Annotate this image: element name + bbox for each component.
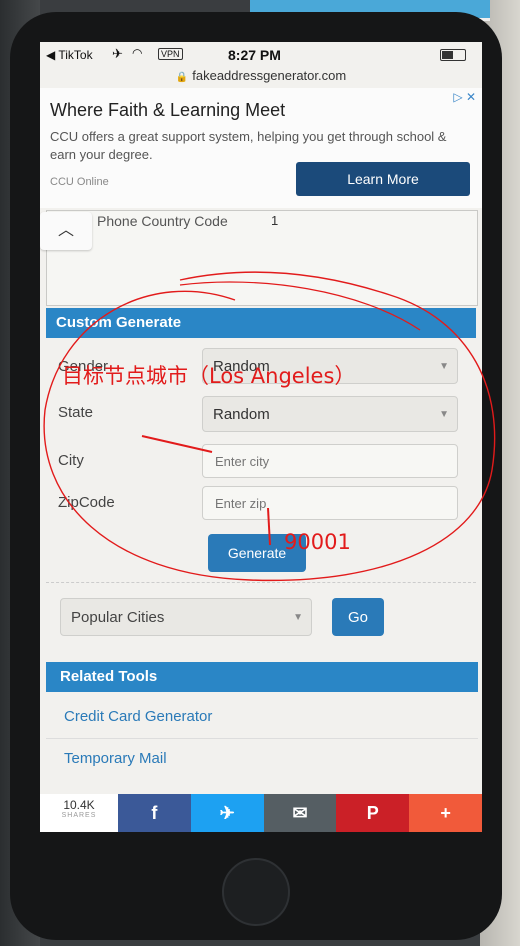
circle-scribble-2	[179, 281, 421, 331]
red-ink-scribble	[43, 271, 496, 582]
arrow-to-zip-field	[267, 507, 271, 546]
city-annotation: 目标节点城市（Los Angeles）	[62, 364, 356, 388]
arrow-to-city-field	[141, 435, 213, 453]
zip-annotation: 90001	[284, 530, 351, 554]
